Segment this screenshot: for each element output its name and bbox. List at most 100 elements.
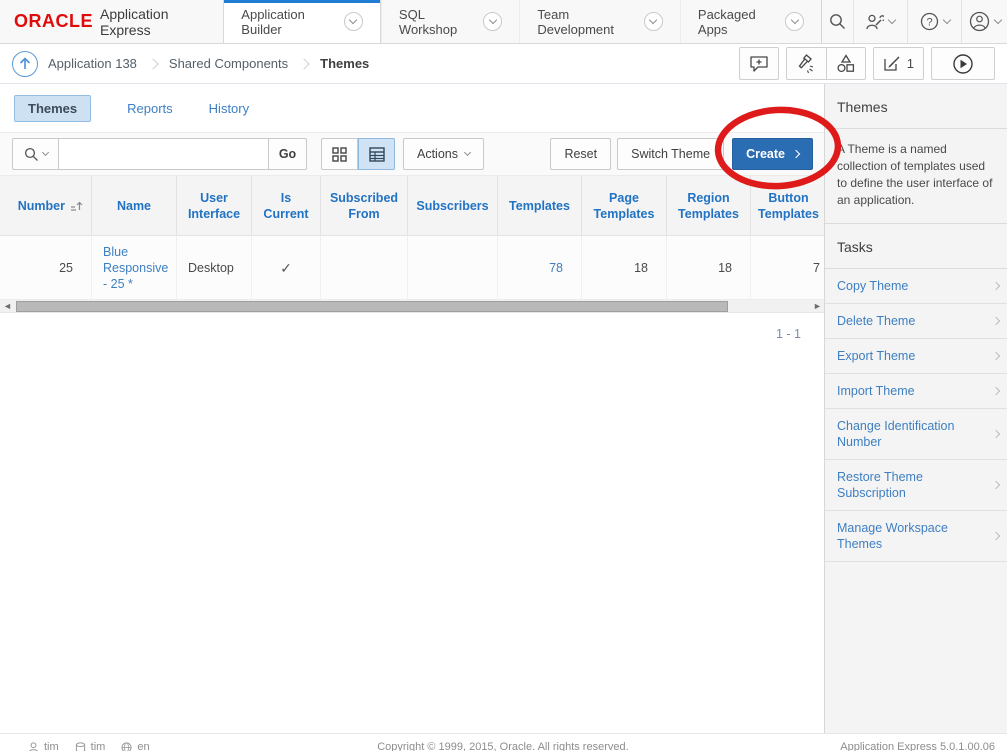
tab-history[interactable]: History [209,101,249,116]
nav-tab-application-builder[interactable]: Application Builder [223,0,381,43]
check-icon: ✓ [280,260,292,276]
templates-count-link[interactable]: 78 [549,260,563,276]
column-header-is-current[interactable]: Is Current [252,176,321,235]
top-navbar: ORACLE Application Express Application B… [0,0,1007,44]
create-label: Create [746,147,785,161]
cell-user-interface: Desktop [177,236,252,299]
task-label: Import Theme [837,383,915,399]
breadcrumb-shared-components[interactable]: Shared Components [169,56,288,71]
task-change-identification-number[interactable]: Change Identification Number [825,409,1007,460]
reset-button[interactable]: Reset [550,138,611,170]
task-restore-theme-subscription[interactable]: Restore Theme Subscription [825,460,1007,511]
chevron-down-icon[interactable] [644,12,663,31]
column-header-number[interactable]: Number [0,176,92,235]
breadcrumb-actions: 1 [739,47,995,80]
column-header-button-templates[interactable]: Button Templates [751,176,827,235]
cell-templates: 78 [498,236,582,299]
edit-page-button[interactable]: 1 [873,47,924,80]
apex-logo-text: Application Express [100,6,201,38]
tab-themes[interactable]: Themes [14,95,91,122]
column-header-page-templates[interactable]: Page Templates [582,176,667,235]
main-content: Themes Reports History Go Actions Reset [0,84,825,733]
actions-label: Actions [417,147,458,161]
page-footer: tim tim en Copyright © 1999, 2015, Oracl… [0,733,1007,751]
edit-page-number: 1 [907,56,914,71]
help-icon[interactable]: ? [907,0,961,43]
breadcrumb-bar: Application 138 Shared Components Themes… [0,44,1007,84]
scroll-left-arrow-icon[interactable]: ◄ [0,300,15,312]
breadcrumb-application[interactable]: Application 138 [48,56,137,71]
utilities-flashlight-button[interactable] [786,47,826,80]
search-input[interactable] [59,138,269,170]
feedback-button[interactable] [739,47,779,80]
create-button[interactable]: Create [732,138,813,170]
pagination-label: 1 - 1 [0,313,825,341]
column-header-region-templates[interactable]: Region Templates [667,176,751,235]
switch-theme-button[interactable]: Switch Theme [617,138,724,170]
footer-version: Application Express 5.0.1.00.06 [840,741,997,751]
cell-button-templates: 7 [751,236,827,299]
column-header-user-interface[interactable]: User Interface [177,176,252,235]
cell-name: Blue Responsive - 25 * [92,236,177,299]
nav-tab-packaged-apps[interactable]: Packaged Apps [680,0,821,43]
theme-name-link[interactable]: Blue Responsive - 25 * [103,244,168,292]
up-arrow-icon[interactable] [12,51,38,77]
footer-user: tim [28,741,59,751]
svg-text:?: ? [926,16,932,28]
administration-icon[interactable] [853,0,907,43]
task-import-theme[interactable]: Import Theme [825,374,1007,409]
oracle-logo-text: ORACLE [14,11,93,32]
column-header-subscribers[interactable]: Subscribers [408,176,498,235]
tab-reports[interactable]: Reports [127,101,173,116]
cell-subscribed-from [321,236,408,299]
search-column-selector[interactable] [12,138,59,170]
icon-view-button[interactable] [321,138,358,170]
report-toolbar: Go Actions Reset Switch Theme Create [0,133,825,176]
horizontal-scrollbar[interactable]: ◄ ► [0,300,825,313]
nav-tab-label: Team Development [537,7,635,37]
footer-schema: tim [75,741,106,751]
task-delete-theme[interactable]: Delete Theme [825,304,1007,339]
scroll-right-arrow-icon[interactable]: ► [810,300,825,312]
task-label: Manage Workspace Themes [837,520,967,552]
cell-is-current: ✓ [252,236,321,299]
globe-icon [121,742,132,751]
column-header-subscribed-from[interactable]: Subscribed From [321,176,408,235]
chevron-down-icon[interactable] [785,12,804,31]
footer-copyright: Copyright © 1999, 2015, Oracle. All righ… [166,741,841,751]
task-label: Restore Theme Subscription [837,469,957,501]
nav-tab-label: Packaged Apps [698,7,776,37]
sidebar-about-title: Themes [825,84,1007,129]
navbar-icon-group: ? [821,0,1007,43]
report-header-row: Number Name User Interface Is Current Su… [0,176,825,236]
actions-menu-button[interactable]: Actions [403,138,484,170]
nav-tab-sql-workshop[interactable]: SQL Workshop [381,0,519,43]
footer-language: en [121,741,149,751]
sort-ascending-icon [70,200,83,212]
cell-page-templates: 18 [582,236,667,299]
scrollbar-thumb[interactable] [16,301,728,312]
column-header-templates[interactable]: Templates [498,176,582,235]
right-sidebar: Themes A Theme is a named collection of … [824,84,1007,733]
region-tabs: Themes Reports History [0,84,825,133]
go-button[interactable]: Go [269,138,307,170]
column-header-name[interactable]: Name [92,176,177,235]
search-icon[interactable] [821,0,853,43]
user-icon [28,742,39,751]
nav-tab-team-development[interactable]: Team Development [519,0,680,43]
task-copy-theme[interactable]: Copy Theme [825,269,1007,304]
run-application-button[interactable] [931,47,995,80]
sidebar-about-text: A Theme is a named collection of templat… [825,129,1007,224]
chevron-down-icon[interactable] [344,12,363,31]
report-view-button[interactable] [358,138,395,170]
cell-number: 25 [0,236,92,299]
cell-subscribers [408,236,498,299]
task-label: Change Identification Number [837,418,977,450]
chevron-down-icon[interactable] [483,12,502,31]
account-icon[interactable] [961,0,1007,43]
task-manage-workspace-themes[interactable]: Manage Workspace Themes [825,511,1007,562]
shared-components-button[interactable] [826,47,866,80]
nav-tab-label: Application Builder [241,7,335,37]
task-export-theme[interactable]: Export Theme [825,339,1007,374]
sidebar-tasks-title: Tasks [825,224,1007,269]
